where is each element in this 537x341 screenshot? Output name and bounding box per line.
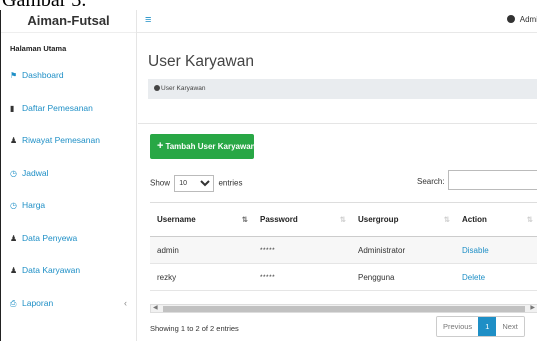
sidebar-item-harga[interactable]: ◷ Harga <box>1 189 136 222</box>
sidebar-item-riwayat-pemesanan[interactable]: ♟ Riwayat Pemesanan <box>1 124 136 157</box>
sidebar-item-label: Data Penyewa <box>22 232 78 243</box>
clock-icon: ◷ <box>10 201 17 210</box>
chevron-left-icon[interactable]: ‹ <box>124 287 127 320</box>
sidebar-item-label: Dashboard <box>22 70 64 80</box>
table-row: admin ***** Administrator Disable <box>150 236 537 264</box>
sort-icon: ⇅ <box>443 215 450 224</box>
table-header-row: Username ⇅ Password ⇅ Usergroup ⇅ Action ⇅ <box>150 202 537 237</box>
sidebar-item-daftar-pemesanan[interactable]: ▮ Daftar Pemesanan <box>1 92 136 125</box>
clock-icon: ◷ <box>10 168 17 178</box>
sidebar-item-label: Laporan <box>22 297 54 308</box>
entries-length-control: Show 10 entries <box>150 175 243 192</box>
brand-logo[interactable]: Aiman-Futsal <box>1 10 136 33</box>
page-title: User Karyawan <box>148 53 254 70</box>
main-content: User Karyawan User Karyawan + Tambah User… <box>138 33 537 341</box>
cell-username: rezky <box>150 263 253 291</box>
breadcrumb-item: User Karyawan <box>161 85 206 92</box>
cell-action: Disable <box>455 236 537 264</box>
next-button[interactable]: Next <box>496 317 524 336</box>
sidebar-item-jadwal[interactable]: ◷ Jadwal <box>1 157 136 190</box>
scrollbar-thumb[interactable] <box>163 306 525 312</box>
sidebar-item-laporan[interactable]: ⎙ Laporan ‹ <box>1 287 136 320</box>
sidebar-item-label: Data Karyawan <box>22 265 81 275</box>
cell-usergroup: Pengguna <box>351 263 455 291</box>
sidebar-item-data-karyawan[interactable]: ♟ Data Karyawan <box>1 254 136 287</box>
sort-icon: ⇅ <box>339 215 346 224</box>
print-icon: ⎙ <box>10 298 17 308</box>
column-header-password[interactable]: Password ⇅ <box>253 202 351 237</box>
scroll-left-arrow-icon[interactable]: ◀ <box>153 304 158 311</box>
disable-link[interactable]: Disable <box>462 246 489 255</box>
home-icon: ⚑ <box>10 71 18 80</box>
breadcrumb: User Karyawan <box>148 79 537 99</box>
table-wrapper: Username ⇅ Password ⇅ Usergroup ⇅ Action ⇅ a… <box>150 202 537 291</box>
table-info: Showing 1 to 2 of 2 entries <box>150 324 239 333</box>
sidebar: Aiman-Futsal Halaman Utama ⚑ Dashboard ▮ D… <box>1 10 137 341</box>
user-menu[interactable]: Admi <box>506 15 537 24</box>
sidebar-item-dashboard[interactable]: ⚑ Dashboard <box>1 59 136 92</box>
horizontal-scrollbar[interactable]: ◀ ▶ <box>150 304 537 313</box>
user-icon: ♟ <box>10 136 18 145</box>
plus-icon: + <box>157 140 164 152</box>
show-label: Show <box>150 178 171 188</box>
user-table: Username ⇅ Password ⇅ Usergroup ⇅ Action ⇅ a… <box>150 202 537 291</box>
table-card: + Tambah User Karyawan Show 10 entries Se… <box>138 123 537 341</box>
add-user-button[interactable]: + Tambah User Karyawan <box>150 134 256 159</box>
column-header-action[interactable]: Action ⇅ <box>455 202 537 237</box>
sidebar-item-label: Jadwal <box>22 167 49 178</box>
figure-caption-text: Gambar 3. <box>2 0 86 10</box>
sidebar-item-label: Harga <box>22 200 46 210</box>
app-window: Aiman-Futsal Halaman Utama ⚑ Dashboard ▮ D… <box>0 10 537 341</box>
user-circle-icon <box>154 85 160 91</box>
sidebar-item-label: Daftar Pemesanan <box>22 102 93 113</box>
cell-password: ***** <box>253 236 351 264</box>
user-icon: ♟ <box>10 233 18 243</box>
user-icon: ♟ <box>10 266 18 275</box>
column-header-usergroup[interactable]: Usergroup ⇅ <box>351 202 455 237</box>
content-header: User Karyawan User Karyawan <box>138 33 537 123</box>
menu-toggle-icon[interactable]: ≡ <box>145 14 151 26</box>
user-name: Admi <box>519 15 537 24</box>
page-1-button[interactable]: 1 <box>478 317 497 336</box>
sidebar-header: Halaman Utama <box>10 44 67 53</box>
search-label: Search: <box>417 177 445 186</box>
cell-usergroup: Administrator <box>351 236 455 264</box>
previous-button[interactable]: Previous <box>437 317 479 336</box>
sort-icon: ⇅ <box>241 215 248 224</box>
entries-label: entries <box>218 178 243 188</box>
sidebar-item-label: Riwayat Pemesanan <box>22 135 100 145</box>
pagination: Previous 1 Next <box>436 316 525 337</box>
column-header-username[interactable]: Username ⇅ <box>150 202 253 237</box>
table-row: rezky ***** Pengguna Delete <box>150 263 537 291</box>
search-input[interactable] <box>448 170 537 190</box>
user-avatar-icon <box>506 15 515 23</box>
top-navbar: ≡ Admi <box>137 10 537 33</box>
add-user-button-label: Tambah User Karyawan <box>165 142 256 151</box>
book-icon: ▮ <box>10 103 15 113</box>
sidebar-item-data-penyewa[interactable]: ♟ Data Penyewa <box>1 222 136 255</box>
scroll-right-arrow-icon[interactable]: ▶ <box>530 304 535 311</box>
cell-password: ***** <box>253 263 351 291</box>
figure-caption: Gambar 3. <box>0 0 537 10</box>
sort-icon: ⇅ <box>526 215 533 224</box>
delete-link[interactable]: Delete <box>462 273 485 282</box>
cell-action: Delete <box>455 263 537 291</box>
entries-select[interactable]: 10 <box>174 175 215 192</box>
cell-username: admin <box>150 236 253 264</box>
